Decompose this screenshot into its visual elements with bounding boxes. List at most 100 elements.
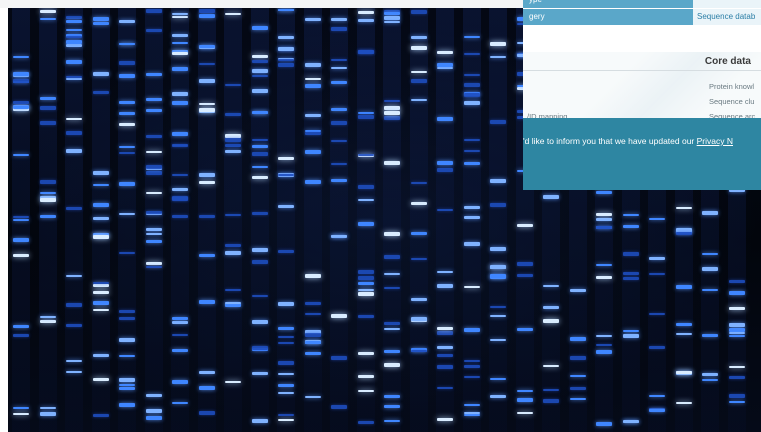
table-row-label: ype xyxy=(523,0,693,8)
table-row-value[interactable]: Sequence datab xyxy=(693,9,761,25)
gel-band xyxy=(172,334,188,336)
gel-band xyxy=(251,212,268,215)
gel-band xyxy=(331,179,347,182)
gel-band xyxy=(437,365,453,369)
gel-band xyxy=(278,63,294,67)
gel-band xyxy=(357,315,374,318)
gel-band xyxy=(66,371,82,373)
gel-band xyxy=(410,258,427,260)
gel-band xyxy=(198,108,215,112)
gel-band xyxy=(145,165,162,169)
gel-band xyxy=(649,346,665,349)
gel-band xyxy=(463,360,480,362)
gel-band xyxy=(304,114,321,117)
gel-band xyxy=(490,247,506,251)
gel-band xyxy=(543,389,559,391)
gel-band xyxy=(410,350,427,352)
gel-band xyxy=(437,387,453,389)
gel-band xyxy=(384,420,400,422)
gel-band xyxy=(384,21,400,23)
gel-band xyxy=(225,302,241,304)
gel-band xyxy=(198,300,215,304)
gel-band xyxy=(384,322,400,325)
gel-band xyxy=(622,277,639,280)
gel-band xyxy=(225,113,241,116)
gel-lane xyxy=(197,8,216,432)
gel-band xyxy=(119,387,135,390)
core-item-protein-knowledgebase[interactable]: Protein knowl xyxy=(709,82,754,91)
privacy-notice-link[interactable]: Privacy N xyxy=(697,136,733,146)
gel-band xyxy=(384,395,400,398)
gel-band xyxy=(92,309,109,311)
gel-band xyxy=(278,327,294,330)
gel-band xyxy=(331,314,347,318)
gel-band xyxy=(304,132,321,135)
gel-band xyxy=(357,289,374,291)
gel-band xyxy=(384,16,400,20)
gel-band xyxy=(463,101,480,105)
gel-band xyxy=(278,36,294,39)
gel-lane xyxy=(224,8,242,432)
gel-band xyxy=(251,166,268,168)
gel-band xyxy=(278,419,294,421)
gel-band xyxy=(384,328,400,330)
gel-band xyxy=(463,53,480,55)
gel-lane xyxy=(250,8,269,432)
gel-band xyxy=(728,332,745,334)
gel-band xyxy=(39,97,56,100)
gel-band xyxy=(145,73,162,76)
gel-band xyxy=(198,386,215,390)
gel-band xyxy=(569,375,586,377)
gel-band xyxy=(490,120,506,124)
gel-band xyxy=(251,111,268,114)
gel-band xyxy=(596,226,612,229)
gel-band xyxy=(331,121,347,125)
gel-band xyxy=(463,376,480,378)
gel-band xyxy=(357,112,374,114)
core-item-sequence-clusters[interactable]: Sequence clu xyxy=(709,97,754,106)
gel-band xyxy=(278,361,294,365)
gel-band xyxy=(145,135,162,138)
gel-band xyxy=(463,139,480,141)
gel-band xyxy=(463,365,480,368)
gel-band xyxy=(675,232,692,235)
gel-band xyxy=(357,292,374,296)
gel-band xyxy=(437,209,453,211)
gel-band xyxy=(357,421,374,424)
gel-band xyxy=(384,232,400,236)
gel-band xyxy=(13,325,29,328)
gel-band xyxy=(357,352,374,355)
gel-band xyxy=(251,75,268,77)
gel-band xyxy=(251,89,268,93)
gel-band xyxy=(622,420,639,423)
gel-band xyxy=(596,191,612,194)
gel-band xyxy=(384,116,400,120)
gel-band xyxy=(278,302,294,306)
gel-band xyxy=(145,192,162,194)
gel-band xyxy=(490,339,506,341)
gel-band xyxy=(145,151,162,153)
gel-band xyxy=(13,106,29,109)
gel-band xyxy=(145,233,162,235)
gel-band xyxy=(490,179,506,183)
gel-band xyxy=(675,207,692,209)
gel-band xyxy=(357,19,374,22)
gel-band xyxy=(702,289,718,291)
gel-band xyxy=(66,207,82,210)
privacy-notice-message: 'd like to inform you that we have updat… xyxy=(523,136,697,146)
gel-band xyxy=(304,396,321,398)
gel-band xyxy=(278,342,294,344)
gel-band xyxy=(198,63,215,65)
privacy-notice-text: 'd like to inform you that we have updat… xyxy=(523,136,733,146)
gel-lane xyxy=(409,8,428,432)
gel-band xyxy=(172,42,188,44)
gel-lane xyxy=(12,8,30,432)
gel-band xyxy=(463,414,480,416)
gel-band xyxy=(543,195,559,199)
gel-lane xyxy=(65,8,83,432)
gel-band xyxy=(278,205,294,208)
gel-band xyxy=(728,323,745,327)
gel-band xyxy=(569,356,586,360)
gel-band xyxy=(304,313,321,315)
gel-band xyxy=(278,384,294,387)
